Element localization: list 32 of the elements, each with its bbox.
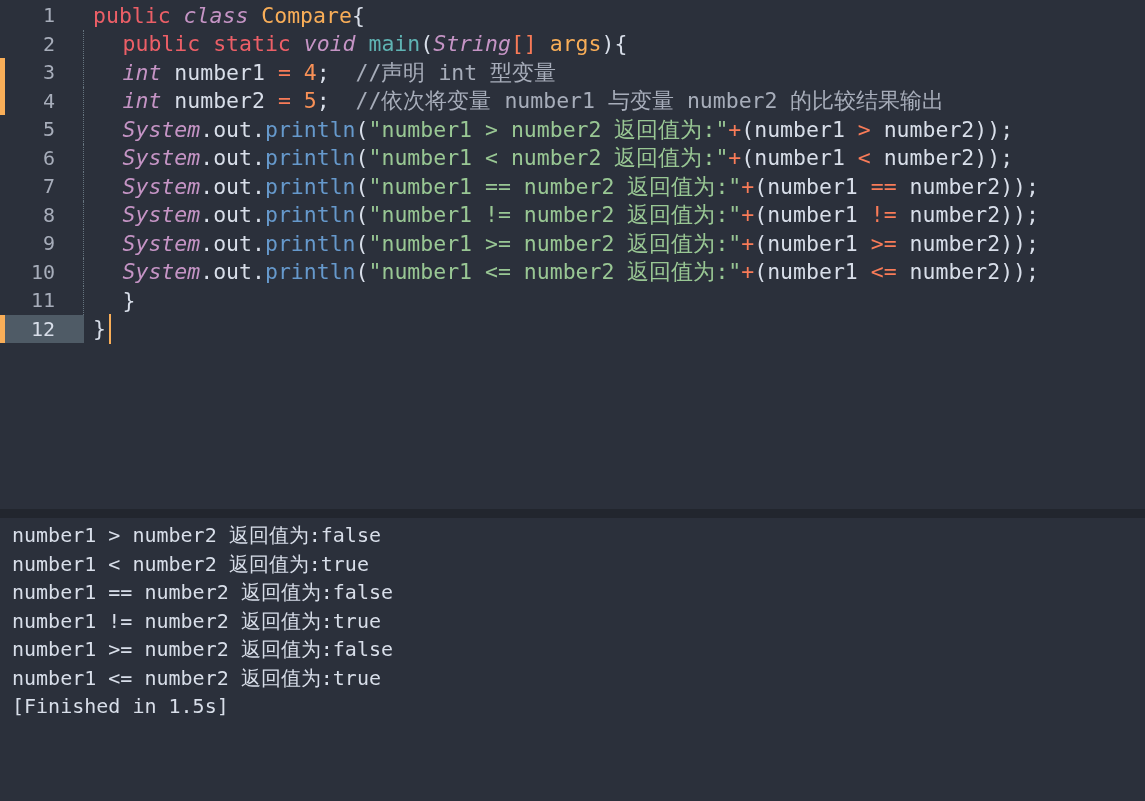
code-line: System.out.println("number1 == number2 返回值为:"+(number1 == number2));: [122, 172, 1039, 201]
line-number: 4: [41, 88, 55, 113]
output-line: number1 == number2 返回值为:false: [12, 579, 395, 606]
code-line: System.out.println("number1 <= number2 返回值为:"+(number1 <= number2));: [122, 258, 1039, 287]
code-line: System.out.println("number1 >= number2 返回值为:"+(number1 >= number2));: [122, 229, 1039, 258]
code-line: System.out.println("number1 != number2 返回值为:"+(number1 != number2));: [122, 201, 1039, 230]
output-line: number1 <= number2 返回值为:true: [12, 664, 382, 692]
output-line: number1 != number2 返回值为:true: [12, 607, 382, 635]
output-line: number1 < number2 返回值为:true: [12, 550, 370, 578]
line-number: 12: [29, 316, 55, 341]
output-line: number1 > number2 返回值为:false: [12, 522, 382, 549]
line-number: 9: [41, 231, 55, 256]
line-number: 5: [41, 117, 55, 142]
code-line: public static void main(String[] args){: [122, 31, 628, 57]
line-number: 10: [29, 259, 55, 284]
code-line: int number1 = 4; //声明 int 型变量: [122, 58, 557, 87]
code-line: System.out.println("number1 > number2 返回值为:"+(number1 > number2));: [122, 115, 1014, 144]
line-number: 11: [29, 288, 55, 313]
code-line: public class Compare{: [93, 2, 365, 28]
line-number: 3: [41, 60, 55, 85]
code-line: }: [93, 313, 111, 344]
line-number: 8: [41, 202, 55, 227]
line-number: 6: [41, 145, 55, 170]
code-line: int number2 = 5; //依次将变量 number1 与变量 number2 的比较结果输出: [122, 87, 945, 116]
code-line: }: [122, 287, 136, 313]
line-number: 1: [41, 3, 55, 28]
output-line: [Finished in 1.5s]: [12, 693, 230, 720]
line-number: 7: [41, 174, 55, 199]
output-line: number1 >= number2 返回值为:false: [12, 636, 395, 663]
code-line: System.out.println("number1 < number2 返回值为:"+(number1 < number2));: [122, 144, 1014, 173]
line-number: 2: [41, 31, 55, 56]
text-cursor: [108, 313, 111, 344]
